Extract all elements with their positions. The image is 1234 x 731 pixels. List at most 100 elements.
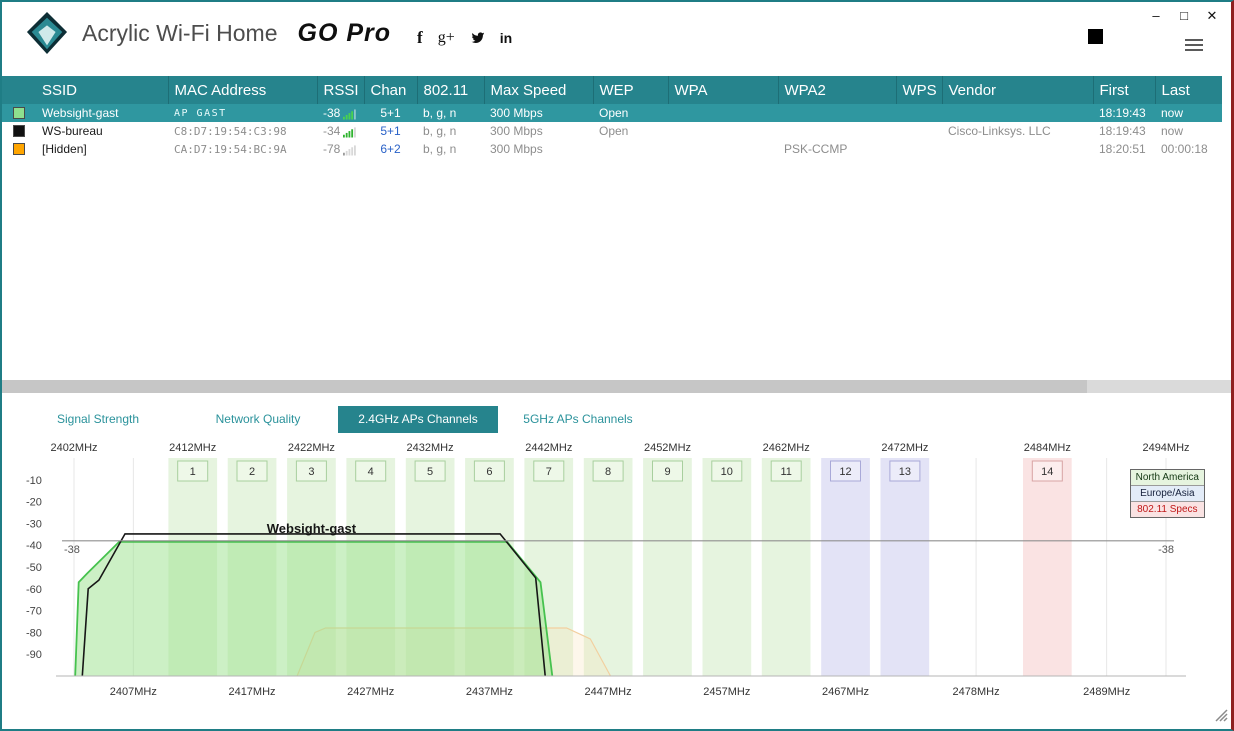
signal-bars-icon: [343, 127, 357, 138]
menu-button[interactable]: [1185, 36, 1203, 54]
tab-2-4ghz-aps-channels[interactable]: 2.4GHz APs Channels: [338, 406, 498, 433]
tab-bar: Signal Strength Network Quality 2.4GHz APs…: [18, 406, 1231, 433]
legend-item-north-america: North America: [1130, 470, 1204, 486]
svg-text:2467MHz: 2467MHz: [822, 686, 869, 698]
cell-chan: 5+1: [364, 104, 417, 122]
cell-mac: AP GAST: [168, 104, 317, 122]
cell-last: now: [1155, 104, 1222, 122]
channels-chart: 1 2 3 4 5 6 7 8 9 10 11 12 13 14 -38 -38 Websight-gast -1…: [2, 433, 1231, 711]
linkedin-icon[interactable]: in: [500, 31, 512, 45]
svg-text:9: 9: [664, 466, 670, 478]
cell-ssid: WS-bureau: [42, 124, 103, 138]
cell-mac: C8:D7:19:54:C3:98: [174, 124, 287, 138]
cell-first: 18:19:43: [1099, 124, 1146, 138]
ap-table: SSID MAC Address RSSI Chan 802.11 Max Speed WE…: [2, 76, 1231, 380]
chart-legend: North America Europe/Asia 802.11 Specs: [1129, 469, 1205, 518]
svg-text:2422MHz: 2422MHz: [288, 442, 335, 454]
minimize-button[interactable]: –: [1149, 8, 1163, 24]
svg-text:-30: -30: [26, 518, 42, 530]
ap-table-header: SSID MAC Address RSSI Chan 802.11 Max Speed WE…: [2, 76, 1222, 104]
cell-ssid: Websight-gast: [36, 104, 168, 122]
svg-text:-80: -80: [26, 627, 42, 639]
svg-text:2462MHz: 2462MHz: [763, 442, 810, 454]
cell-rssi: -38: [317, 104, 364, 122]
table-row[interactable]: Websight-gast AP GAST -38 5+1 b, g, n 300 Mbp…: [2, 104, 1222, 122]
cell-wpa2: [778, 104, 896, 122]
svg-text:1: 1: [190, 466, 196, 478]
svg-text:14: 14: [1041, 466, 1053, 478]
column-header-first[interactable]: First: [1092, 76, 1155, 104]
resize-grip-icon[interactable]: [1214, 708, 1228, 727]
column-header-mac-address[interactable]: MAC Address: [167, 76, 317, 104]
cell-rssi: -78: [317, 140, 364, 158]
svg-text:8: 8: [605, 466, 611, 478]
close-button[interactable]: ✕: [1205, 8, 1219, 24]
column-header-wps[interactable]: WPS: [895, 76, 942, 104]
svg-text:2437MHz: 2437MHz: [466, 686, 513, 698]
cell-wps: [896, 104, 942, 122]
svg-text:-40: -40: [26, 540, 42, 552]
svg-text:2427MHz: 2427MHz: [347, 686, 394, 698]
cell-first: 18:20:51: [1099, 142, 1146, 156]
cell-dot11: b, g, n: [423, 124, 457, 138]
svg-text:-60: -60: [26, 584, 42, 596]
svg-text:12: 12: [839, 466, 851, 478]
tab-network-quality[interactable]: Network Quality: [178, 406, 338, 433]
column-header-chan[interactable]: Chan: [363, 76, 417, 104]
column-header-wep[interactable]: WEP: [592, 76, 668, 104]
column-header-max-speed[interactable]: Max Speed: [483, 76, 593, 104]
svg-text:2447MHz: 2447MHz: [585, 686, 632, 698]
svg-text:2452MHz: 2452MHz: [644, 442, 691, 454]
column-header-wpa2[interactable]: WPA2: [777, 76, 896, 104]
cell-first: 18:19:43: [1093, 104, 1155, 122]
stop-scan-button[interactable]: [1088, 28, 1103, 44]
cell-vendor: [942, 104, 1093, 122]
social-icons: f g+ in: [417, 29, 512, 47]
twitter-icon[interactable]: [470, 30, 485, 47]
svg-text:-70: -70: [26, 606, 42, 618]
app-title: Acrylic Wi-Fi Home: [82, 19, 278, 46]
cell-vendor: [942, 140, 1093, 158]
svg-text:2407MHz: 2407MHz: [110, 686, 157, 698]
table-row[interactable]: [Hidden] CA:D7:19:54:BC:9A -78 6+2 b, g, n 30…: [2, 140, 1222, 158]
svg-text:2472MHz: 2472MHz: [881, 442, 928, 454]
facebook-icon[interactable]: f: [417, 29, 423, 46]
tab-signal-strength[interactable]: Signal Strength: [18, 406, 178, 433]
svg-text:2412MHz: 2412MHz: [169, 442, 216, 454]
column-header-vendor[interactable]: Vendor: [941, 76, 1093, 104]
svg-text:7: 7: [546, 466, 552, 478]
go-pro-button[interactable]: GO Pro: [298, 19, 392, 48]
svg-text:5: 5: [427, 466, 433, 478]
cell-wpa: [668, 122, 778, 140]
scrollbar-thumb[interactable]: [2, 380, 1087, 393]
svg-text:-50: -50: [26, 562, 42, 574]
cell-dot11: b, g, n: [423, 142, 457, 156]
cell-dot11: b, g, n: [417, 104, 484, 122]
svg-text:13: 13: [899, 466, 911, 478]
network-color-swatch: [13, 143, 25, 155]
cell-wps: [896, 140, 942, 158]
svg-text:10: 10: [721, 466, 733, 478]
table-row[interactable]: WS-bureau C8:D7:19:54:C3:98 -34 5+1 b, g, n 3…: [2, 122, 1222, 140]
svg-text:3: 3: [308, 466, 314, 478]
cell-swc: [2, 122, 36, 140]
network-color-swatch: [13, 107, 25, 119]
cell-last: 00:00:18: [1161, 142, 1208, 156]
svg-text:4: 4: [368, 466, 374, 478]
tab-5ghz-aps-channels[interactable]: 5GHz APs Channels: [498, 406, 658, 433]
horizontal-scrollbar[interactable]: [2, 380, 1231, 393]
column-header-rssi[interactable]: RSSI: [316, 76, 364, 104]
google-plus-icon[interactable]: g+: [438, 30, 455, 46]
cell-speed: 300 Mbps: [490, 142, 543, 156]
column-header-last[interactable]: Last: [1154, 76, 1222, 104]
svg-text:-38: -38: [64, 544, 80, 556]
cell-wpa: [668, 140, 778, 158]
cell-vendor: Cisco-Linksys. LLC: [948, 124, 1051, 138]
app-header: Acrylic Wi-Fi Home GO Pro f g+ in: [2, 2, 1231, 64]
column-header-wpa[interactable]: WPA: [667, 76, 778, 104]
ap-table-body: Websight-gast AP GAST -38 5+1 b, g, n 300 Mbp…: [2, 104, 1222, 158]
column-header-802-11[interactable]: 802.11: [416, 76, 484, 104]
cell-last: now: [1161, 124, 1184, 138]
maximize-button[interactable]: □: [1177, 8, 1191, 24]
column-header-ssid[interactable]: SSID: [36, 76, 168, 104]
